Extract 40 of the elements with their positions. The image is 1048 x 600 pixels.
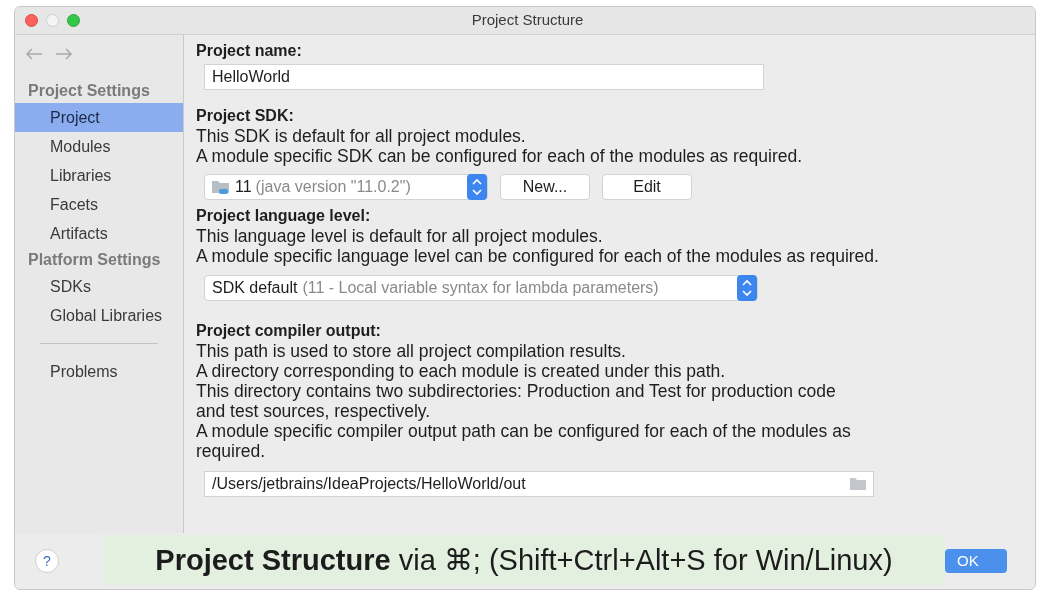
folder-icon	[211, 179, 231, 195]
output-path-field[interactable]: /Users/jetbrains/IdeaProjects/HelloWorld/out	[204, 471, 874, 497]
close-icon[interactable]	[25, 14, 38, 27]
zoom-icon[interactable]	[67, 14, 80, 27]
new-button[interactable]: New...	[500, 174, 590, 200]
description-text: This SDK is default for all project modules.	[196, 126, 527, 146]
field-label: Project SDK:	[196, 106, 295, 126]
description-text: This path is used to store all project compilation results.	[196, 341, 627, 361]
stepper-icon	[737, 275, 757, 301]
description-text: This directory contains two subdirectories: Production and Test for production code and test sources, respectively.	[196, 381, 837, 421]
sidebar-item[interactable]: Global Libraries	[15, 301, 183, 330]
field-label: Project language level:	[196, 206, 372, 226]
field-label: Project name:	[196, 41, 303, 61]
language-level-dropdown[interactable]: SDK default (11 - Local variable syntax for lambda parameters)	[204, 275, 758, 301]
minimize-icon[interactable]	[46, 14, 59, 27]
window-title: Project Structure	[471, 10, 584, 31]
back-arrow-icon[interactable]	[25, 48, 43, 60]
sidebar-item[interactable]: Project	[15, 103, 183, 132]
description-text: A module specific language level can be configured for each of the modules as required.	[196, 246, 880, 266]
sidebar-item[interactable]: SDKs	[15, 272, 183, 301]
sdk-dropdown[interactable]: 11 (java version "11.0.2")	[204, 174, 488, 200]
help-button[interactable]: ?	[35, 549, 59, 573]
forward-arrow-icon[interactable]	[55, 48, 73, 60]
stepper-icon	[467, 174, 487, 200]
shortcut-caption: Project Structure via ⌘; (Shift+Ctrl+Alt+S for Win/Linux)	[103, 535, 945, 585]
sidebar-section-title: Project Settings	[27, 81, 151, 101]
edit-button[interactable]: Edit	[602, 174, 692, 200]
description-text: A directory corresponding to each module is created under this path.	[196, 361, 727, 381]
field-label: Project compiler output:	[196, 321, 382, 341]
sidebar-item[interactable]: Modules	[15, 132, 183, 161]
sidebar-item[interactable]: Problems	[15, 357, 183, 386]
project-name-field[interactable]: HelloWorld	[204, 64, 764, 90]
sidebar-item[interactable]: Facets	[15, 190, 183, 219]
description-text: A module specific compiler output path can be configured for each of the modules as required.	[196, 421, 852, 461]
description-text: A module specific SDK can be configured for each of the modules as required.	[196, 146, 804, 166]
sidebar-section-title: Platform Settings	[27, 250, 162, 270]
sidebar-item[interactable]: Artifacts	[15, 219, 183, 248]
folder-icon[interactable]	[849, 477, 867, 491]
description-text: This language level is default for all project modules.	[196, 226, 604, 246]
sidebar-item[interactable]: Libraries	[15, 161, 183, 190]
